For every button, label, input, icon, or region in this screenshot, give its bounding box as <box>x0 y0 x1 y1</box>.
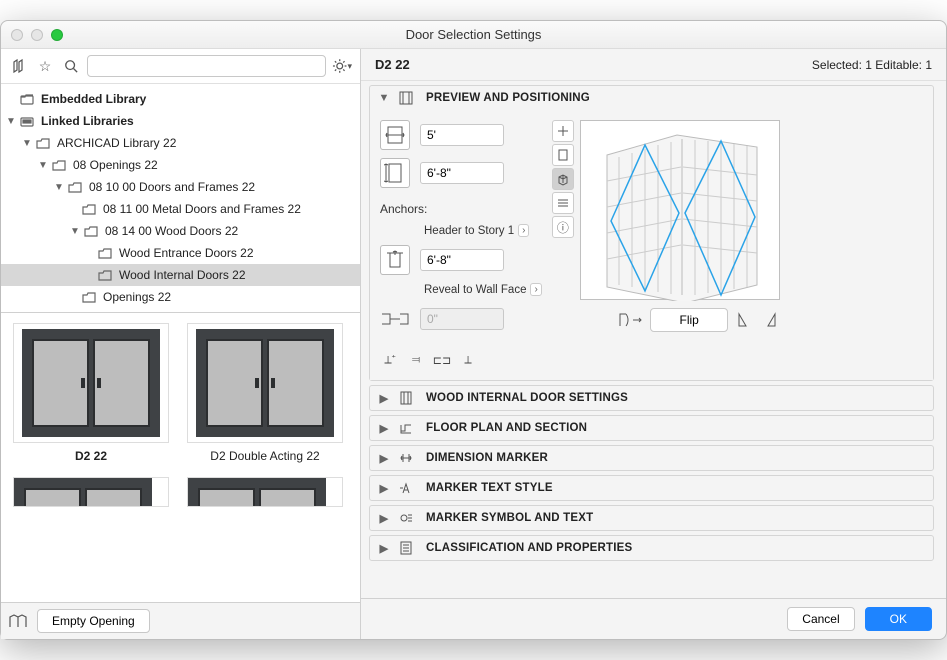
text-style-icon <box>398 481 414 495</box>
height-icon <box>380 158 410 188</box>
anchor-option-4-icon[interactable]: ⟂ <box>458 350 478 370</box>
gear-icon[interactable]: ▾ <box>332 56 352 76</box>
door-settings-icon <box>398 391 414 405</box>
height-input[interactable] <box>420 162 504 184</box>
panel-marker-text-style: ▶ MARKER TEXT STYLE <box>369 475 934 501</box>
anchors-label: Anchors: <box>380 202 542 216</box>
anchor-option-3-icon[interactable]: ⊏⊐ <box>432 350 452 370</box>
window-controls <box>11 29 63 41</box>
chevron-right-icon[interactable]: › <box>518 224 529 237</box>
thumbnail-grid[interactable]: D2 22 D2 Double Acting 22 <box>1 312 360 602</box>
thumb-partial-1[interactable] <box>11 477 171 507</box>
view-section-icon[interactable] <box>552 192 574 214</box>
anchor-toggle-row: ⟂⁺ ⫤ ⊏⊐ ⟂ <box>380 350 542 370</box>
header-anchor-input[interactable] <box>420 249 504 271</box>
view-plan-icon[interactable] <box>552 120 574 142</box>
view-elevation-icon[interactable] <box>552 144 574 166</box>
symbol-text-icon <box>398 511 414 525</box>
close-window-icon[interactable] <box>11 29 23 41</box>
window-title: Door Selection Settings <box>406 27 542 42</box>
view-mode-strip: ⓘ <box>552 120 574 300</box>
chevron-right-icon: ▶ <box>378 482 390 495</box>
settings-header: D2 22 Selected: 1 Editable: 1 <box>361 49 946 81</box>
panels-container: ▼ PREVIEW AND POSITIONING <box>361 81 946 598</box>
chevron-down-icon[interactable]: ▼ <box>5 116 17 127</box>
chevron-down-icon[interactable]: ▼ <box>37 160 49 171</box>
panel-classification-properties: ▶ CLASSIFICATION AND PROPERTIES <box>369 535 934 561</box>
chevron-down-icon[interactable]: ▼ <box>53 182 65 193</box>
tree-openings-2[interactable]: Openings 22 <box>1 286 360 308</box>
chevron-down-icon[interactable]: ▼ <box>21 138 33 149</box>
tree-wood-entrance[interactable]: Wood Entrance Doors 22 <box>1 242 360 264</box>
header-to-story-label[interactable]: Header to Story 1 › <box>424 224 542 237</box>
panel-marker-symbol-text: ▶ MARKER SYMBOL AND TEXT <box>369 505 934 531</box>
tree-wood-internal[interactable]: Wood Internal Doors 22 <box>1 264 360 286</box>
library-panel: ☆ ▾ Embedded Library ▼ Linked <box>1 49 361 639</box>
chevron-down-icon: ▼ <box>378 92 390 104</box>
reveal-anchor-icon <box>380 304 410 334</box>
chevron-right-icon: ▶ <box>378 422 390 435</box>
library-mode-icon[interactable] <box>9 56 29 76</box>
swing-direction-icon[interactable] <box>616 310 644 330</box>
element-name: D2 22 <box>375 57 410 72</box>
library-tree[interactable]: Embedded Library ▼ Linked Libraries ▼ AR… <box>1 84 360 312</box>
tree-metal-doors[interactable]: 08 11 00 Metal Doors and Frames 22 <box>1 198 360 220</box>
cancel-button[interactable]: Cancel <box>787 607 854 631</box>
settings-panel: D2 22 Selected: 1 Editable: 1 ▼ PREVIEW … <box>361 49 946 639</box>
properties-icon <box>398 541 414 555</box>
preview-icon <box>398 91 414 105</box>
library-footer: Empty Opening <box>1 602 360 639</box>
panel-floor-plan-section: ▶ FLOOR PLAN AND SECTION <box>369 415 934 441</box>
reveal-to-wall-label[interactable]: Reveal to Wall Face › <box>424 283 542 296</box>
flip-button[interactable]: Flip <box>650 308 727 332</box>
tree-embedded-library[interactable]: Embedded Library <box>1 88 360 110</box>
mirror-right-icon[interactable] <box>760 310 780 330</box>
chevron-right-icon[interactable]: › <box>530 283 541 296</box>
favorite-icon[interactable]: ☆ <box>35 56 55 76</box>
search-input[interactable] <box>87 55 326 77</box>
panel-preview-positioning: ▼ PREVIEW AND POSITIONING <box>369 85 934 381</box>
panel-dimension-marker: ▶ DIMENSION MARKER <box>369 445 934 471</box>
chevron-down-icon[interactable]: ▼ <box>69 226 81 237</box>
tree-openings[interactable]: ▼ 08 Openings 22 <box>1 154 360 176</box>
selection-status: Selected: 1 Editable: 1 <box>812 58 932 72</box>
chevron-right-icon: ▶ <box>378 452 390 465</box>
library-manager-icon[interactable] <box>9 611 29 631</box>
tree-wood-doors[interactable]: ▼ 08 14 00 Wood Doors 22 <box>1 220 360 242</box>
thumb-d2-double-acting[interactable]: D2 Double Acting 22 <box>185 323 345 463</box>
settings-window: Door Selection Settings ☆ ▾ <box>0 20 947 640</box>
dimension-icon <box>398 451 414 465</box>
minimize-window-icon[interactable] <box>31 29 43 41</box>
search-icon[interactable] <box>61 56 81 76</box>
header-anchor-icon <box>380 245 410 275</box>
ok-button[interactable]: OK <box>865 607 932 631</box>
panel-header[interactable]: ▼ PREVIEW AND POSITIONING <box>370 86 933 110</box>
tree-archicad-lib[interactable]: ▼ ARCHICAD Library 22 <box>1 132 360 154</box>
view-3d-icon[interactable] <box>552 168 574 190</box>
empty-opening-button[interactable]: Empty Opening <box>37 609 150 633</box>
chevron-right-icon: ▶ <box>378 512 390 525</box>
chevron-right-icon: ▶ <box>378 392 390 405</box>
thumb-d2-22[interactable]: D2 22 <box>11 323 171 463</box>
panel-wood-internal-settings: ▶ WOOD INTERNAL DOOR SETTINGS <box>369 385 934 411</box>
view-info-icon[interactable]: ⓘ <box>552 216 574 238</box>
anchor-option-1-icon[interactable]: ⟂⁺ <box>380 350 400 370</box>
zoom-window-icon[interactable] <box>51 29 63 41</box>
chevron-right-icon: ▶ <box>378 542 390 555</box>
width-icon <box>380 120 410 150</box>
floor-plan-icon <box>398 421 414 435</box>
dimension-controls: Anchors: Header to Story 1 › Reveal to W… <box>380 120 542 370</box>
anchor-option-2-icon[interactable]: ⫤ <box>406 350 426 370</box>
library-toolbar: ☆ ▾ <box>1 49 360 84</box>
thumb-partial-2[interactable] <box>185 477 345 507</box>
tree-doors-frames[interactable]: ▼ 08 10 00 Doors and Frames 22 <box>1 176 360 198</box>
door-3d-preview[interactable] <box>580 120 780 300</box>
tree-linked-libraries[interactable]: ▼ Linked Libraries <box>1 110 360 132</box>
reveal-anchor-input <box>420 308 504 330</box>
titlebar: Door Selection Settings <box>1 21 946 49</box>
dialog-footer: Cancel OK <box>361 598 946 639</box>
width-input[interactable] <box>420 124 504 146</box>
mirror-left-icon[interactable] <box>734 310 754 330</box>
